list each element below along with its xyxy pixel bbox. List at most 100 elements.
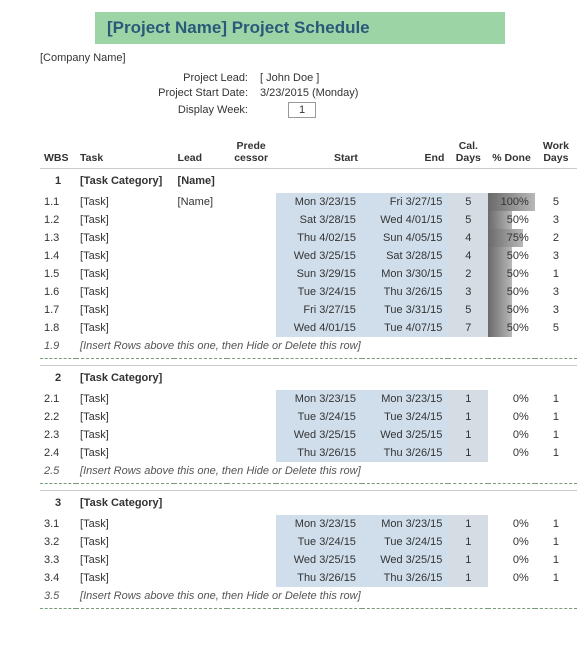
- task-row: 1.6[Task]Tue 3/24/15Thu 3/26/15350%3: [40, 283, 577, 301]
- cell-task: [Task]: [76, 569, 174, 587]
- cell-lead: [174, 408, 227, 426]
- cell-cal-days: 1: [448, 551, 488, 569]
- task-row: 3.1[Task]Mon 3/23/15Mon 3/23/1510%1: [40, 515, 577, 533]
- cell-start: Mon 3/23/15: [276, 515, 362, 533]
- project-lead-value: [ John Doe ]: [260, 72, 319, 84]
- cell-work-days: 1: [535, 515, 577, 533]
- cell-start: Thu 4/02/15: [276, 229, 362, 247]
- insert-hint-row: 1.9[Insert Rows above this one, then Hid…: [40, 337, 577, 359]
- cell-pct-done: 0%: [488, 426, 535, 444]
- cell-predecessor: [227, 533, 276, 551]
- cell-cal-days: 1: [448, 569, 488, 587]
- cell-lead: [174, 390, 227, 408]
- cell-cal-days: 7: [448, 319, 488, 337]
- cell-wbs: 1.4: [40, 247, 76, 265]
- cell-pct-done: 50%: [488, 211, 535, 229]
- cell-lead: [174, 551, 227, 569]
- insert-wbs: 1.9: [40, 337, 76, 359]
- task-row: 3.2[Task]Tue 3/24/15Tue 3/24/1510%1: [40, 533, 577, 551]
- cell-end: Wed 3/25/15: [362, 426, 448, 444]
- task-row: 1.5[Task]Sun 3/29/15Mon 3/30/15250%1: [40, 265, 577, 283]
- header-lead: Lead: [174, 136, 227, 169]
- project-lead-label: Project Lead:: [40, 72, 260, 84]
- cell-work-days: 1: [535, 444, 577, 462]
- cell-predecessor: [227, 390, 276, 408]
- cell-cal-days: 5: [448, 211, 488, 229]
- task-row: 3.3[Task]Wed 3/25/15Wed 3/25/1510%1: [40, 551, 577, 569]
- cell-cal-days: 1: [448, 444, 488, 462]
- cell-predecessor: [227, 515, 276, 533]
- cell-pct-done: 0%: [488, 408, 535, 426]
- start-date-label: Project Start Date:: [40, 87, 260, 99]
- cell-work-days: 1: [535, 265, 577, 283]
- cell-lead: [174, 533, 227, 551]
- cell-predecessor: [227, 444, 276, 462]
- cell-predecessor: [227, 229, 276, 247]
- cell-wbs: 2.1: [40, 390, 76, 408]
- cell-predecessor: [227, 265, 276, 283]
- cell-lead: [174, 569, 227, 587]
- insert-text: [Insert Rows above this one, then Hide o…: [76, 337, 577, 359]
- task-row: 1.1[Task][Name]Mon 3/23/15Fri 3/27/15510…: [40, 193, 577, 211]
- category-lead: [Name]: [174, 169, 227, 194]
- cell-pct-done: 0%: [488, 390, 535, 408]
- header-predecessor: Prede cessor: [227, 136, 276, 169]
- company-name: [Company Name]: [40, 52, 577, 64]
- cell-predecessor: [227, 408, 276, 426]
- header-task: Task: [76, 136, 174, 169]
- cell-lead: [174, 301, 227, 319]
- cell-pct-done: 50%: [488, 283, 535, 301]
- cell-predecessor: [227, 301, 276, 319]
- cell-end: Wed 4/01/15: [362, 211, 448, 229]
- cell-work-days: 1: [535, 569, 577, 587]
- cell-task: [Task]: [76, 515, 174, 533]
- header-pct-done: % Done: [488, 136, 535, 169]
- cell-lead: [174, 211, 227, 229]
- document-title: [Project Name] Project Schedule: [95, 12, 505, 44]
- cell-start: Mon 3/23/15: [276, 193, 362, 211]
- cell-wbs: 3.1: [40, 515, 76, 533]
- cell-lead: [174, 283, 227, 301]
- insert-wbs: 2.5: [40, 462, 76, 484]
- meta-block: Project Lead: [ John Doe ] Project Start…: [40, 72, 577, 118]
- cell-lead: [174, 229, 227, 247]
- task-row: 1.7[Task]Fri 3/27/15Tue 3/31/15550%3: [40, 301, 577, 319]
- cell-end: Sat 3/28/15: [362, 247, 448, 265]
- category-wbs: 1: [40, 169, 76, 194]
- header-work-days: Work Days: [535, 136, 577, 169]
- cell-end: Tue 3/31/15: [362, 301, 448, 319]
- cell-work-days: 3: [535, 211, 577, 229]
- cell-work-days: 2: [535, 229, 577, 247]
- cell-wbs: 3.4: [40, 569, 76, 587]
- cell-wbs: 1.3: [40, 229, 76, 247]
- cell-cal-days: 1: [448, 408, 488, 426]
- cell-wbs: 1.7: [40, 301, 76, 319]
- insert-wbs: 3.5: [40, 587, 76, 609]
- cell-task: [Task]: [76, 408, 174, 426]
- task-row: 1.3[Task]Thu 4/02/15Sun 4/05/15475%2: [40, 229, 577, 247]
- cell-cal-days: 1: [448, 515, 488, 533]
- cell-task: [Task]: [76, 265, 174, 283]
- cell-predecessor: [227, 569, 276, 587]
- cell-lead: [174, 426, 227, 444]
- cell-work-days: 3: [535, 283, 577, 301]
- cell-pct-done: 0%: [488, 551, 535, 569]
- cell-start: Thu 3/26/15: [276, 569, 362, 587]
- cell-lead: [174, 265, 227, 283]
- cell-start: Sat 3/28/15: [276, 211, 362, 229]
- cell-pct-done: 0%: [488, 444, 535, 462]
- task-row: 2.3[Task]Wed 3/25/15Wed 3/25/1510%1: [40, 426, 577, 444]
- cell-end: Thu 3/26/15: [362, 569, 448, 587]
- cell-predecessor: [227, 551, 276, 569]
- cell-wbs: 1.6: [40, 283, 76, 301]
- task-row: 2.1[Task]Mon 3/23/15Mon 3/23/1510%1: [40, 390, 577, 408]
- category-row: 3[Task Category]: [40, 491, 577, 516]
- cell-start: Wed 4/01/15: [276, 319, 362, 337]
- cell-task: [Task]: [76, 283, 174, 301]
- cell-end: Mon 3/23/15: [362, 515, 448, 533]
- cell-pct-done: 50%: [488, 319, 535, 337]
- cell-task: [Task]: [76, 551, 174, 569]
- display-week-value[interactable]: 1: [288, 102, 316, 118]
- cell-wbs: 1.1: [40, 193, 76, 211]
- task-row: 3.4[Task]Thu 3/26/15Thu 3/26/1510%1: [40, 569, 577, 587]
